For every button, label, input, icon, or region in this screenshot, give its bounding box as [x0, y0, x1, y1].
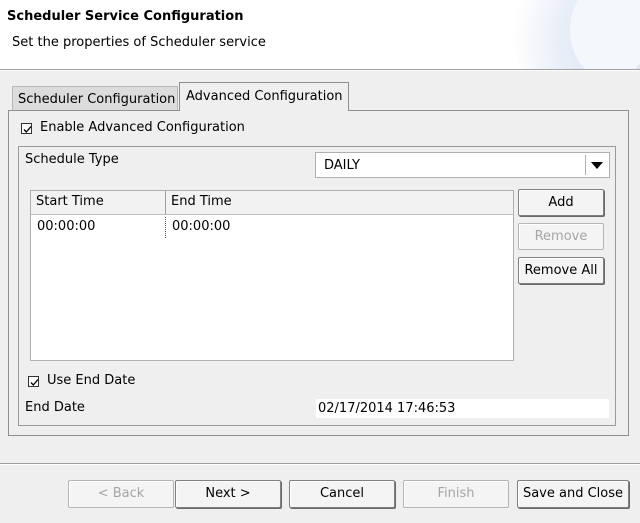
end-date-value: 02/17/2014 17:46:53 — [318, 401, 456, 416]
remove-all-button[interactable]: Remove All — [518, 257, 604, 284]
tab-label: Advanced Configuration — [186, 89, 343, 104]
tab-scheduler-configuration[interactable]: Scheduler Configuration — [12, 86, 178, 112]
table-cell-end-time[interactable]: 00:00:00 — [172, 219, 230, 234]
cancel-button[interactable]: Cancel — [289, 480, 395, 508]
tab-advanced-configuration[interactable]: Advanced Configuration — [179, 82, 349, 111]
enable-advanced-checkbox[interactable] — [21, 123, 32, 134]
header-separator-highlight — [0, 70, 640, 71]
enable-advanced-label: Enable Advanced Configuration — [40, 120, 245, 135]
schedule-type-value: DAILY — [324, 158, 360, 173]
tab-label: Scheduler Configuration — [18, 92, 176, 107]
use-end-date-checkbox[interactable] — [28, 376, 39, 387]
time-range-table[interactable]: Start Time End Time 00:00:00 00:00:00 — [30, 190, 514, 361]
table-cell-start-time[interactable]: 00:00:00 — [37, 219, 95, 234]
dropdown-button[interactable] — [585, 155, 607, 175]
footer-separator-highlight — [0, 464, 640, 465]
chevron-down-icon — [591, 162, 603, 169]
end-date-label: End Date — [25, 400, 85, 415]
save-and-close-button[interactable]: Save and Close — [517, 480, 629, 508]
header-decoration-inner — [570, 0, 640, 69]
back-button[interactable]: < Back — [68, 480, 174, 508]
add-button[interactable]: Add — [518, 189, 604, 216]
schedule-type-select[interactable]: DAILY — [315, 152, 610, 178]
cell-divider — [165, 217, 166, 238]
finish-button[interactable]: Finish — [403, 480, 509, 508]
wizard-subtitle: Set the properties of Scheduler service — [12, 35, 266, 50]
wizard-title: Scheduler Service Configuration — [7, 9, 244, 24]
remove-button[interactable]: Remove — [518, 223, 604, 250]
end-date-field[interactable]: 02/17/2014 17:46:53 — [315, 398, 610, 419]
schedule-type-label: Schedule Type — [25, 152, 119, 167]
wizard-header: Scheduler Service Configuration Set the … — [0, 0, 640, 69]
column-header-start-time[interactable]: Start Time — [31, 191, 166, 215]
column-header-end-time[interactable]: End Time — [166, 191, 513, 215]
next-button[interactable]: Next > — [175, 480, 281, 508]
checkmark-icon — [23, 126, 32, 133]
use-end-date-label: Use End Date — [47, 373, 136, 388]
checkmark-icon — [30, 379, 39, 386]
